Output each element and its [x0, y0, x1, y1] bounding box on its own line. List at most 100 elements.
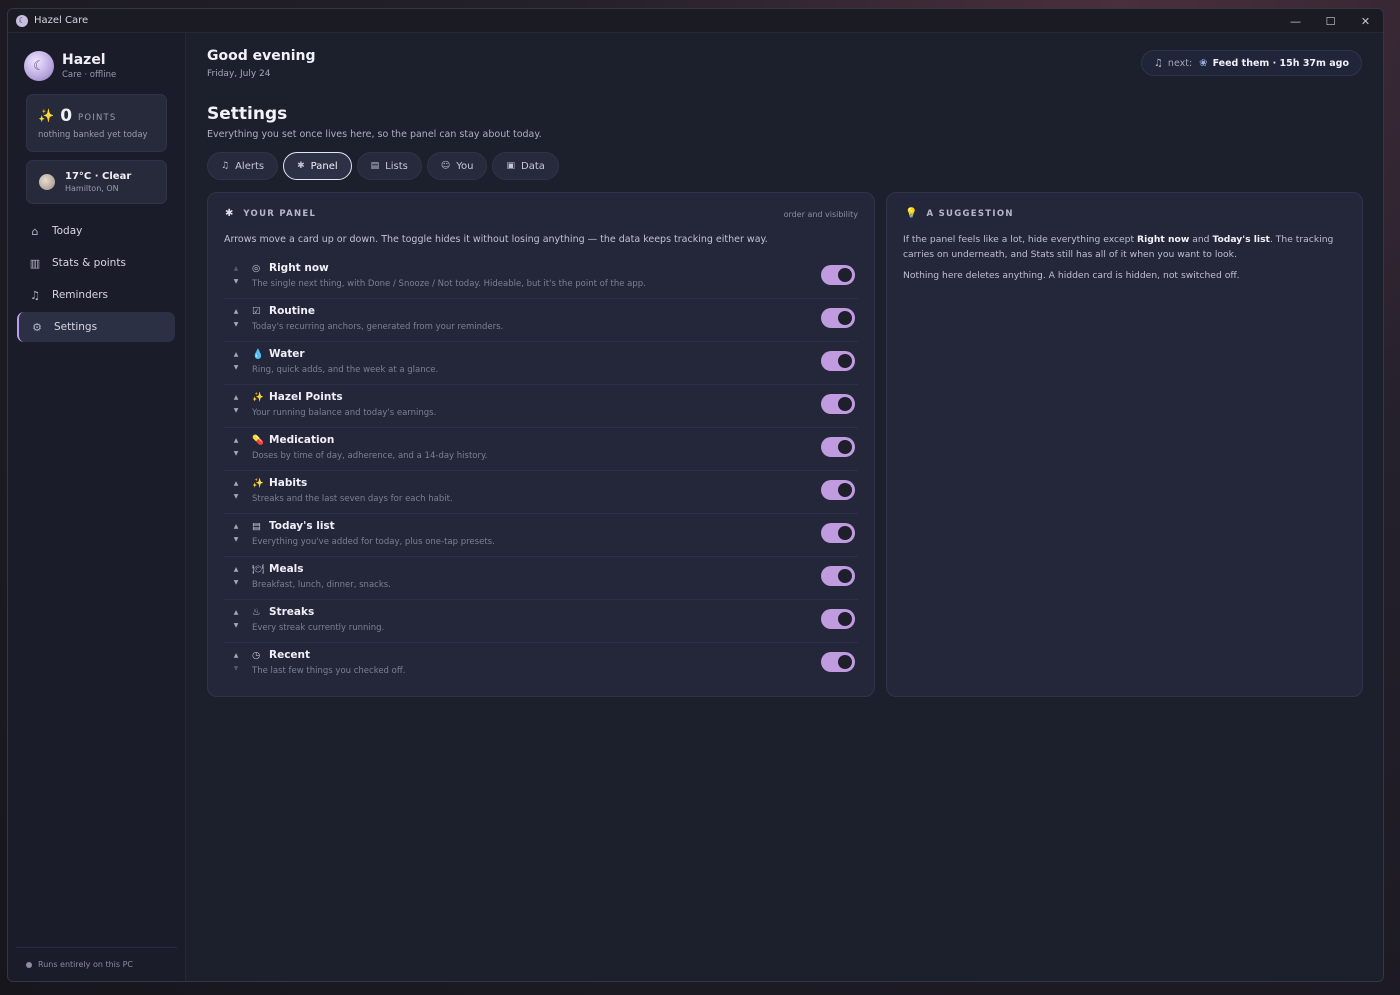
next-value: Feed them · 15h 37m ago: [1212, 57, 1349, 69]
move-down-button[interactable]: ▼: [232, 576, 240, 589]
sidebar-item-stats[interactable]: ▥ Stats & points: [17, 248, 175, 278]
move-down-button[interactable]: ▼: [232, 318, 240, 331]
row-description: Your running balance and today's earning…: [252, 408, 437, 418]
move-up-button[interactable]: ▲: [232, 348, 240, 361]
visibility-toggle[interactable]: [821, 480, 855, 500]
status-dot-icon: [26, 961, 32, 968]
visibility-toggle[interactable]: [821, 394, 855, 414]
sidebar-item-reminders[interactable]: ♫ Reminders: [17, 280, 175, 310]
weather-location: Hamilton, ON: [65, 184, 119, 193]
droplet-icon: 💧: [252, 348, 264, 360]
panel-row-right-now: ▲ ▼ ◎ Right now The single next thing, wit…: [224, 256, 858, 299]
move-down-button[interactable]: ▼: [232, 490, 240, 503]
visibility-toggle[interactable]: [821, 308, 855, 328]
visibility-toggle[interactable]: [821, 351, 855, 371]
flame-icon: ♨: [252, 606, 261, 618]
weather-summary: 17°C · Clear: [65, 171, 132, 182]
page-subtitle: Everything you set once lives here, so t…: [207, 129, 542, 140]
row-name: Water: [269, 348, 305, 360]
pill-icon: 💊: [252, 434, 264, 446]
move-up-button[interactable]: ▲: [232, 563, 240, 576]
house-icon: ⌂: [31, 224, 39, 238]
move-down-button[interactable]: ▼: [232, 404, 240, 417]
move-up-button[interactable]: ▲: [232, 391, 240, 404]
bell-icon: ♫: [30, 288, 40, 302]
move-down-button[interactable]: ▼: [232, 361, 240, 374]
bell-icon: ♫: [221, 161, 230, 171]
panel-meta: order and visibility: [783, 210, 858, 219]
move-up-button[interactable]: ▲: [232, 262, 240, 275]
tab-data[interactable]: ▣ Data: [492, 152, 559, 180]
move-up-button[interactable]: ▲: [232, 305, 240, 318]
target-icon: ◎: [252, 262, 261, 274]
page-title: Settings: [207, 104, 288, 124]
panel-row-habits: ▲ ▼ ✨ Habits Streaks and the last seven da…: [224, 471, 858, 514]
sidebar-footer: Runs entirely on this PC: [16, 947, 177, 981]
suggestion-body: If the panel feels like a lot, hide ever…: [903, 232, 1351, 283]
avatar: ☾: [24, 51, 54, 81]
visibility-toggle[interactable]: [821, 609, 855, 629]
profile: ☾ Hazel Care · offline: [8, 33, 185, 81]
visibility-toggle[interactable]: [821, 566, 855, 586]
title-bar: ☾ Hazel Care — ☐ ✕: [8, 9, 1383, 33]
row-name: Recent: [269, 649, 311, 661]
move-up-button[interactable]: ▲: [232, 649, 240, 662]
points-card: ✨ 0 POINTS nothing banked yet today: [26, 94, 167, 152]
visibility-toggle[interactable]: [821, 437, 855, 457]
row-name: Medication: [269, 434, 335, 446]
maximize-button[interactable]: ☐: [1313, 9, 1348, 33]
sparkle-icon: ✨: [252, 391, 264, 403]
profile-status: Care · offline: [62, 70, 117, 80]
row-name: Routine: [269, 305, 315, 317]
app-window: ☾ Hazel Care — ☐ ✕ ☾ Hazel Care · offlin…: [7, 8, 1384, 982]
visibility-toggle[interactable]: [821, 265, 855, 285]
visibility-toggle[interactable]: [821, 523, 855, 543]
move-down-button[interactable]: ▼: [232, 275, 240, 288]
app-logo-icon: ☾: [16, 14, 28, 27]
visibility-toggle[interactable]: [821, 652, 855, 672]
move-down-button[interactable]: ▼: [232, 533, 240, 546]
panel-row-todays-list: ▲ ▼ ▤ Today's list Everything you've added…: [224, 514, 858, 557]
next-reminder-pill[interactable]: ♫ next: ❀ Feed them · 15h 37m ago: [1140, 50, 1362, 76]
tab-label: Alerts: [235, 160, 265, 172]
move-down-button[interactable]: ▼: [232, 619, 240, 632]
close-button[interactable]: ✕: [1348, 9, 1383, 33]
move-down-button[interactable]: ▼: [232, 662, 240, 675]
sparkle-icon: ✨: [252, 477, 264, 489]
panel-row-routine: ▲ ▼ ☑ Routine Today's recurring anchors, g…: [224, 299, 858, 342]
tab-lists[interactable]: ▤ Lists: [356, 152, 422, 180]
panel-rows: ▲ ▼ ◎ Right now The single next thing, wit…: [224, 256, 858, 686]
panel-row-hazel-points: ▲ ▼ ✨ Hazel Points Your running balance an…: [224, 385, 858, 428]
window-title: Hazel Care: [34, 15, 89, 26]
move-down-button[interactable]: ▼: [232, 447, 240, 460]
gear-icon: ⚙: [32, 320, 42, 334]
panel-description: Arrows move a card up or down. The toggl…: [224, 234, 768, 245]
sparkle-icon: ✨: [38, 108, 55, 124]
tab-you[interactable]: ☺ You: [426, 152, 488, 180]
move-up-button[interactable]: ▲: [232, 434, 240, 447]
sidebar-item-settings[interactable]: ⚙ Settings: [17, 312, 175, 342]
sidebar-item-today[interactable]: ⌂ Today: [17, 216, 175, 246]
sidebar-item-label: Settings: [54, 321, 98, 333]
row-name: Meals: [269, 563, 304, 575]
row-description: The single next thing, with Done / Snooz…: [252, 279, 646, 289]
row-name: Habits: [269, 477, 308, 489]
plate-icon: 🍽: [252, 563, 265, 575]
panel-row-medication: ▲ ▼ 💊 Medication Doses by time of day, adh…: [224, 428, 858, 471]
minimize-button[interactable]: —: [1278, 9, 1313, 33]
notepad-icon: ▤: [370, 161, 380, 171]
settings-tabs: ♫ Alerts ✱ Panel ▤ Lists ☺ You ▣ Data: [207, 152, 559, 180]
footer-text: Runs entirely on this PC: [38, 960, 133, 969]
tab-alerts[interactable]: ♫ Alerts: [207, 152, 279, 180]
tab-panel[interactable]: ✱ Panel: [283, 152, 352, 180]
date: Friday, July 24: [207, 69, 271, 79]
move-up-button[interactable]: ▲: [232, 606, 240, 619]
suggestion-paragraph: If the panel feels like a lot, hide ever…: [903, 234, 1334, 260]
move-up-button[interactable]: ▲: [232, 477, 240, 490]
panel-row-recent: ▲ ▼ ◷ Recent The last few things you check…: [224, 643, 858, 686]
row-description: Everything you've added for today, plus …: [252, 537, 495, 547]
sidebar-item-label: Stats & points: [52, 257, 126, 269]
row-name: Today's list: [269, 520, 335, 532]
move-up-button[interactable]: ▲: [232, 520, 240, 533]
row-description: Ring, quick adds, and the week at a glan…: [252, 365, 439, 375]
